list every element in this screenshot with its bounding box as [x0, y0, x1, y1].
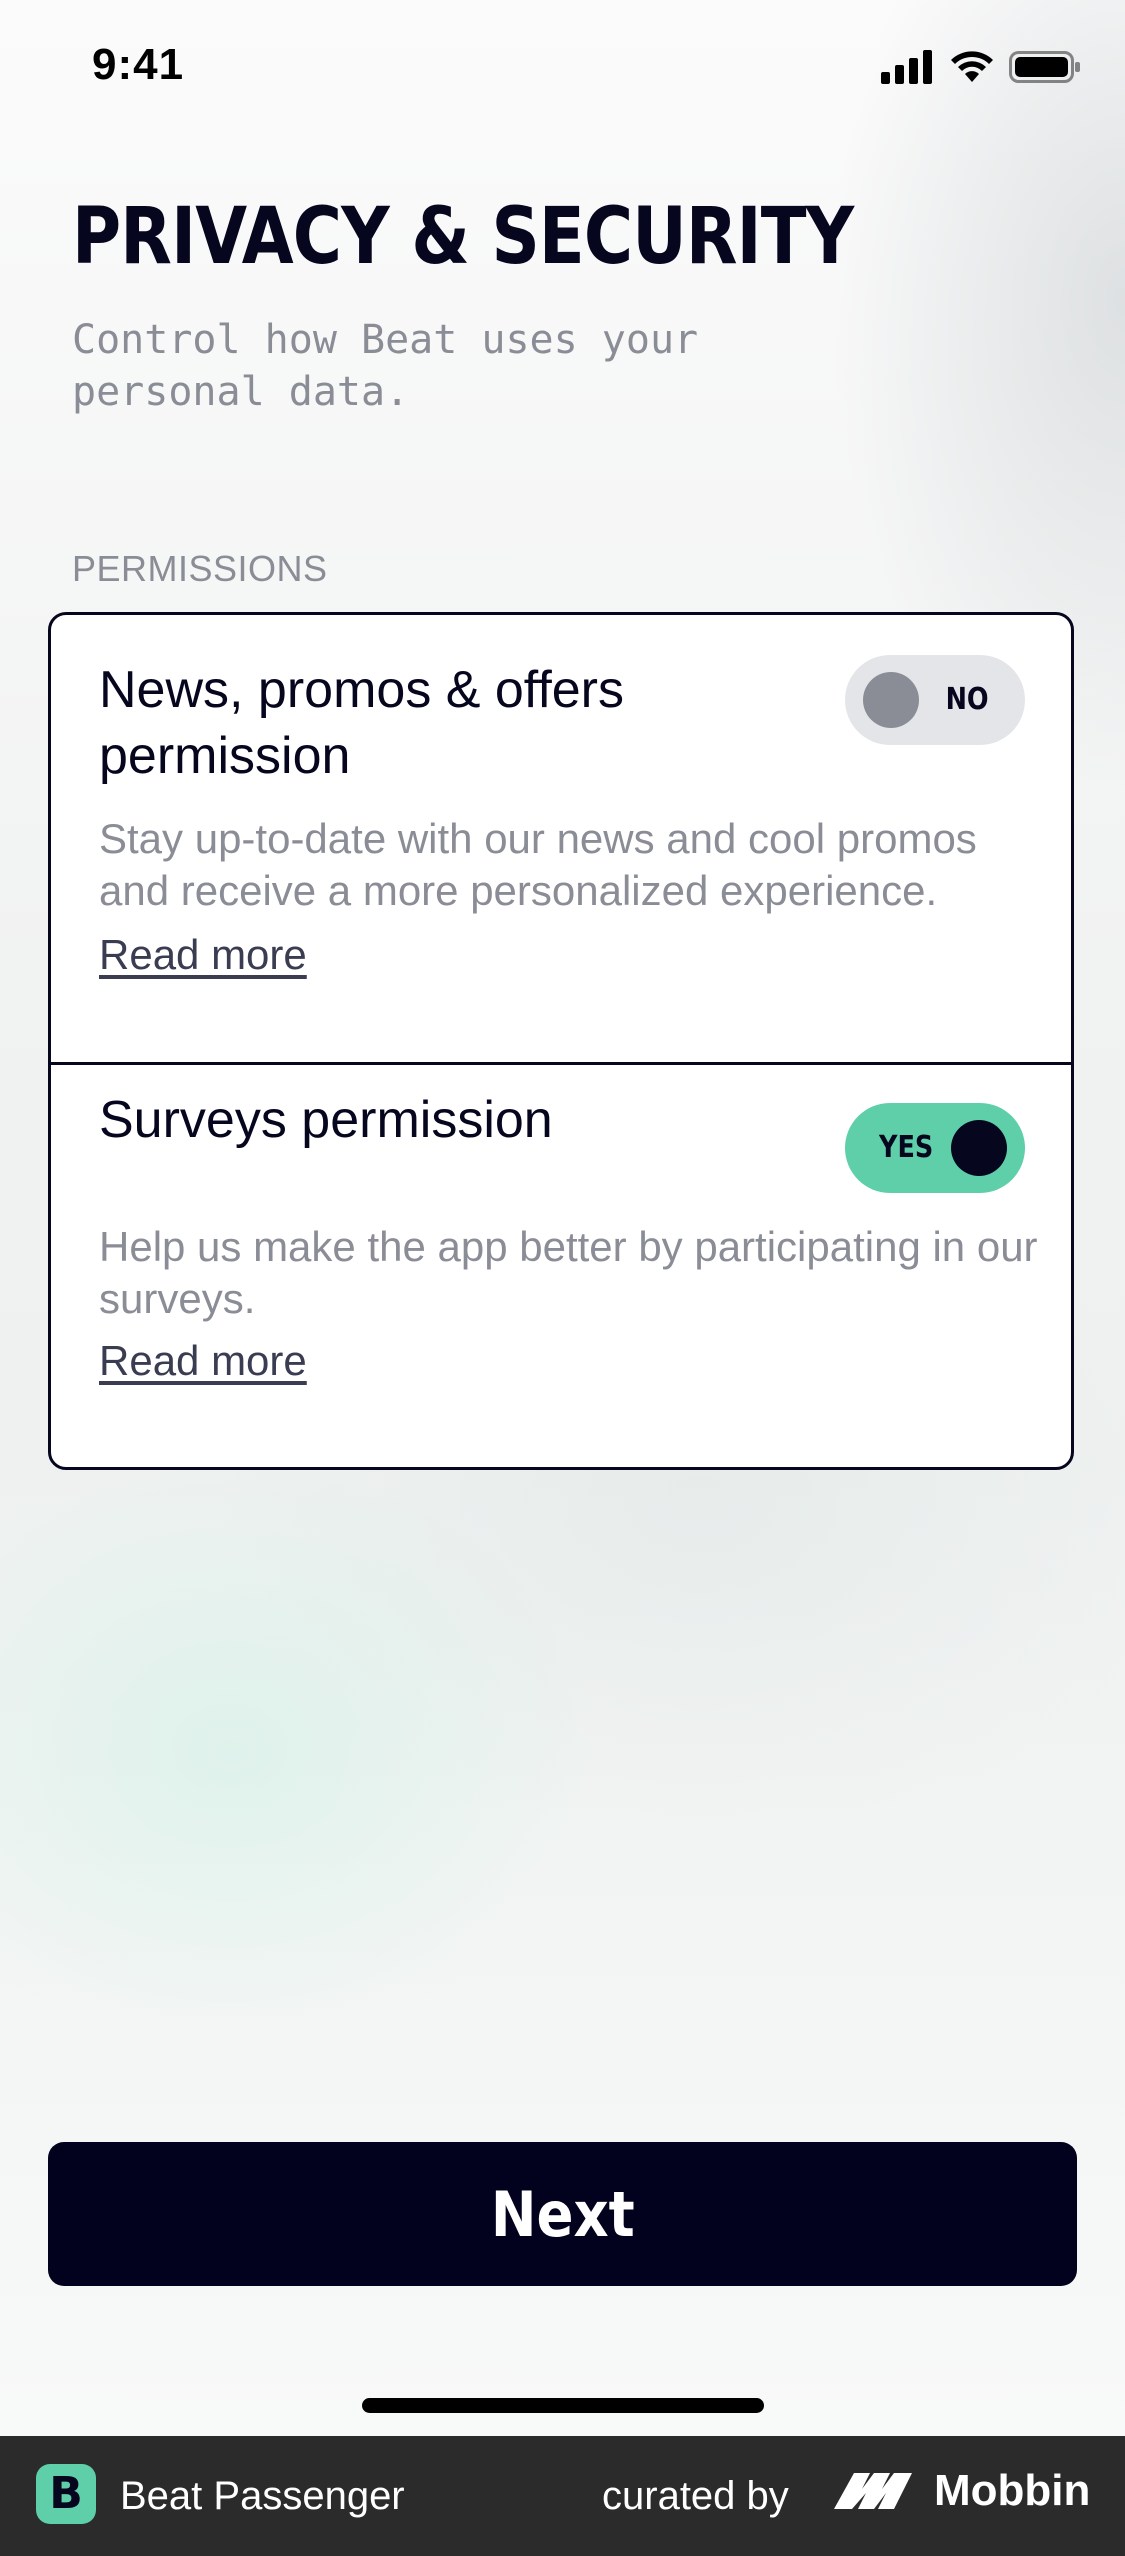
status-time: 9:41	[92, 40, 185, 89]
permission-row-news-promos: News, promos & offers permission NO Stay…	[51, 615, 1071, 1065]
news-promos-toggle[interactable]: NO	[845, 655, 1025, 745]
permission-title: Surveys permission	[99, 1091, 553, 1149]
next-button-label: Next	[490, 2177, 635, 2251]
home-indicator[interactable]	[362, 2398, 764, 2413]
read-more-link[interactable]: Read more	[99, 931, 307, 979]
next-button[interactable]: Next	[48, 2142, 1077, 2286]
permissions-card: News, promos & offers permission NO Stay…	[48, 612, 1074, 1470]
permission-description: Help us make the app better by participa…	[99, 1223, 1038, 1322]
page-subtitle: Control how Beat uses your personal data…	[72, 317, 699, 415]
surveys-toggle[interactable]: YES	[845, 1103, 1025, 1193]
footer-curated-label: curated by	[602, 2474, 789, 2518]
wifi-icon	[951, 51, 993, 82]
read-more-link[interactable]: Read more	[99, 1337, 307, 1385]
cellular-signal-icon	[881, 50, 932, 84]
toggle-label: YES	[879, 1130, 934, 1165]
footer-bar: B Beat Passenger curated by Mobbin	[0, 2436, 1125, 2556]
section-label-permissions: PERMISSIONS	[72, 548, 328, 589]
toggle-label: NO	[945, 682, 989, 717]
battery-icon	[1009, 51, 1080, 83]
footer-brand: Mobbin	[832, 2466, 1090, 2516]
toggle-knob	[863, 672, 919, 728]
footer-app-name: Beat Passenger	[120, 2474, 405, 2518]
toggle-knob	[951, 1120, 1007, 1176]
status-icons	[881, 50, 1081, 84]
footer-brand-name: Mobbin	[934, 2466, 1091, 2515]
app-logo-icon: B	[36, 2464, 96, 2524]
permission-row-surveys: Surveys permission YES Help us make the …	[51, 1065, 1071, 1467]
permission-title: News, promos & offers permission	[99, 661, 625, 785]
status-bar: 9:41	[0, 0, 1125, 140]
page-title: PRIVACY & SECURITY	[72, 192, 854, 282]
mobbin-logo-icon	[834, 2473, 912, 2509]
app-logo-letter: B	[49, 2468, 83, 2519]
permission-description: Stay up-to-date with our news and cool p…	[99, 815, 977, 914]
